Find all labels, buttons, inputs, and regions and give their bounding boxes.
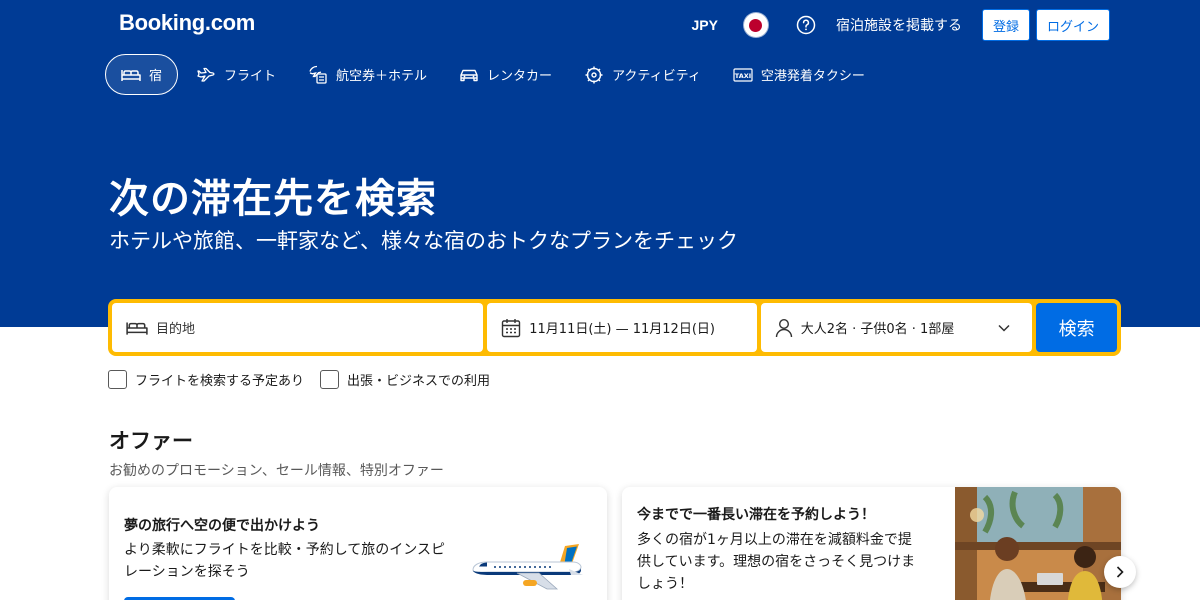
product-tabs: 宿 フライト 航空券＋ホテル レンタカー アクティビティ TAXI 空港発着タク… [105, 54, 883, 95]
booking-logo[interactable]: Booking.com [119, 10, 255, 36]
search-button[interactable]: 検索 [1036, 303, 1118, 352]
checkbox-label: 出張・ビジネスでの利用 [347, 374, 491, 389]
destination-placeholder: 目的地 [156, 322, 196, 337]
offer-card-title: 夢の旅行へ空の便で出かけよう [124, 518, 320, 534]
tab-airport-taxi[interactable]: TAXI 空港発着タクシー [719, 54, 879, 95]
destination-field[interactable]: 目的地 [112, 303, 484, 352]
tab-flights[interactable]: フライト [182, 54, 290, 95]
date-field[interactable]: 11月11日(土) — 11月12日(日) [487, 303, 757, 352]
search-bar: 目的地 11月11日(土) — 11月12日(日) 大人2名 · 子供0名 · … [108, 299, 1121, 356]
tab-label: 空港発着タクシー [760, 69, 865, 84]
offer-card-text: より柔軟にフライトを比較・予約して旅のインスピレーションを探そう [124, 542, 446, 580]
business-trip-checkbox[interactable]: 出張・ビジネスでの利用 [320, 370, 490, 389]
checkbox-box[interactable] [108, 370, 127, 389]
hero-banner: Booking.com JPY 宿泊施設を掲載する 登録 ログイン 宿 フライト [0, 0, 1200, 327]
tab-flight-hotel[interactable]: 航空券＋ホテル [294, 54, 441, 95]
svg-text:TAXI: TAXI [735, 72, 751, 80]
offer-card-text: 多くの宿が1ヶ月以上の滞在を減額料金で提供しています。理想の宿をさっそく見つけま… [637, 532, 916, 592]
date-range: 11月11日(土) — 11月12日(日) [529, 322, 715, 337]
help-icon[interactable] [796, 15, 816, 35]
offers-subtitle: お勧めのプロモーション、セール情報、特別オファー [109, 463, 444, 479]
flight-hotel-icon [309, 65, 327, 84]
tab-label: レンタカー [487, 69, 553, 84]
checkbox-box[interactable] [320, 370, 340, 389]
tab-label: 航空券＋ホテル [336, 69, 428, 84]
currency-selector[interactable]: JPY [692, 17, 718, 33]
flight-search-checkbox[interactable]: フライトを検索する予定あり [108, 370, 304, 389]
tab-label: アクティビティ [612, 69, 701, 84]
guests-field[interactable]: 大人2名 · 子供0名 · 1部屋 [760, 303, 1033, 352]
chevron-down-icon [998, 324, 1010, 332]
guests-summary: 大人2名 · 子供0名 · 1部屋 [800, 322, 955, 337]
top-nav: JPY 宿泊施設を掲載する 登録 ログイン [692, 9, 1110, 41]
login-button[interactable]: ログイン [1035, 9, 1110, 41]
search-options: フライトを検索する予定あり 出張・ビジネスでの利用 [108, 370, 506, 389]
offer-card-title: 今までで一番長い滞在を予約しよう！ [637, 507, 875, 523]
offer-card-long-stay[interactable]: 今までで一番長い滞在を予約しよう！ 多くの宿が1ヶ月以上の滞在を減額料金で提供し… [622, 487, 1121, 600]
register-button[interactable]: 登録 [981, 9, 1030, 41]
tab-attractions[interactable]: アクティビティ [570, 54, 715, 95]
airplane-illustration [472, 544, 583, 590]
language-flag-icon[interactable] [743, 13, 768, 37]
hero-subtitle: ホテルや旅館、一軒家など、様々な宿のおトクなプランをチェック [109, 229, 738, 253]
carousel-next-button[interactable] [1104, 556, 1136, 588]
calendar-icon [502, 318, 521, 337]
bed-icon [126, 322, 148, 335]
chevron-right-icon [1116, 566, 1124, 578]
offer-card-flights[interactable]: 夢の旅行へ空の便で出かけよう より柔軟にフライトを比較・予約して旅のインスピレー… [109, 487, 607, 600]
offers-heading: オファー [109, 429, 193, 453]
tab-label: 宿 [149, 69, 163, 84]
tab-car-rental[interactable]: レンタカー [445, 54, 566, 95]
person-icon [775, 318, 792, 337]
hero-title: 次の滞在先を検索 [109, 176, 437, 222]
taxi-icon: TAXI [733, 67, 753, 82]
tab-label: フライト [224, 69, 277, 84]
checkbox-label: フライトを検索する予定あり [135, 374, 305, 389]
bed-icon [121, 69, 141, 81]
list-property-link[interactable]: 宿泊施設を掲載する [836, 15, 962, 35]
tab-stays[interactable]: 宿 [105, 54, 179, 95]
car-icon [460, 69, 478, 81]
attractions-icon [585, 66, 603, 83]
long-stay-photo [955, 487, 1121, 600]
plane-icon [197, 67, 215, 82]
